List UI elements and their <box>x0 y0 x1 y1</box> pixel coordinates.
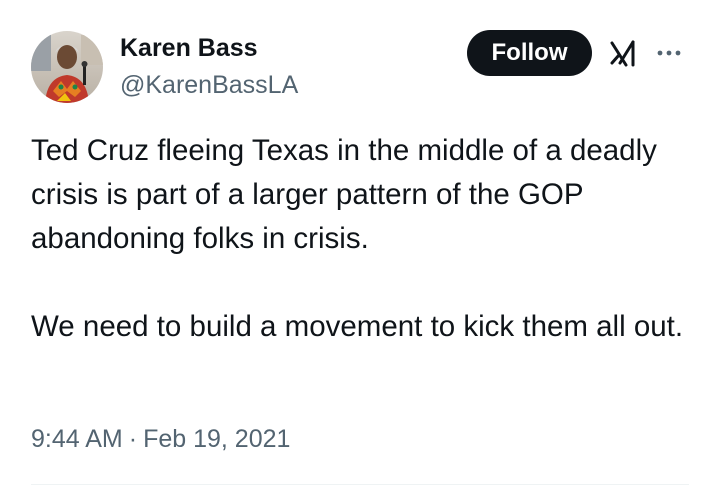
timestamp-separator: · <box>128 425 138 453</box>
grok-icon[interactable] <box>606 36 640 70</box>
tweet-card: Karen Bass @KarenBassLA Follow Ted Cruz … <box>0 0 720 488</box>
divider <box>31 484 689 485</box>
tweet-time: 9:44 AM <box>31 425 123 453</box>
follow-button[interactable]: Follow <box>467 30 592 76</box>
tweet-timestamp[interactable]: 9:44 AM · Feb 19, 2021 <box>31 423 290 455</box>
avatar-image <box>31 31 103 103</box>
tweet-date: Feb 19, 2021 <box>143 425 291 453</box>
avatar[interactable] <box>31 31 103 103</box>
tweet-paragraph: Ted Cruz fleeing Texas in the middle of … <box>31 134 657 255</box>
display-name[interactable]: Karen Bass <box>120 33 258 63</box>
more-options-icon[interactable] <box>652 36 686 70</box>
tweet-text: Ted Cruz fleeing Texas in the middle of … <box>31 129 691 349</box>
tweet-paragraph: We need to build a movement to kick them… <box>31 310 684 343</box>
user-handle[interactable]: @KarenBassLA <box>120 70 298 100</box>
